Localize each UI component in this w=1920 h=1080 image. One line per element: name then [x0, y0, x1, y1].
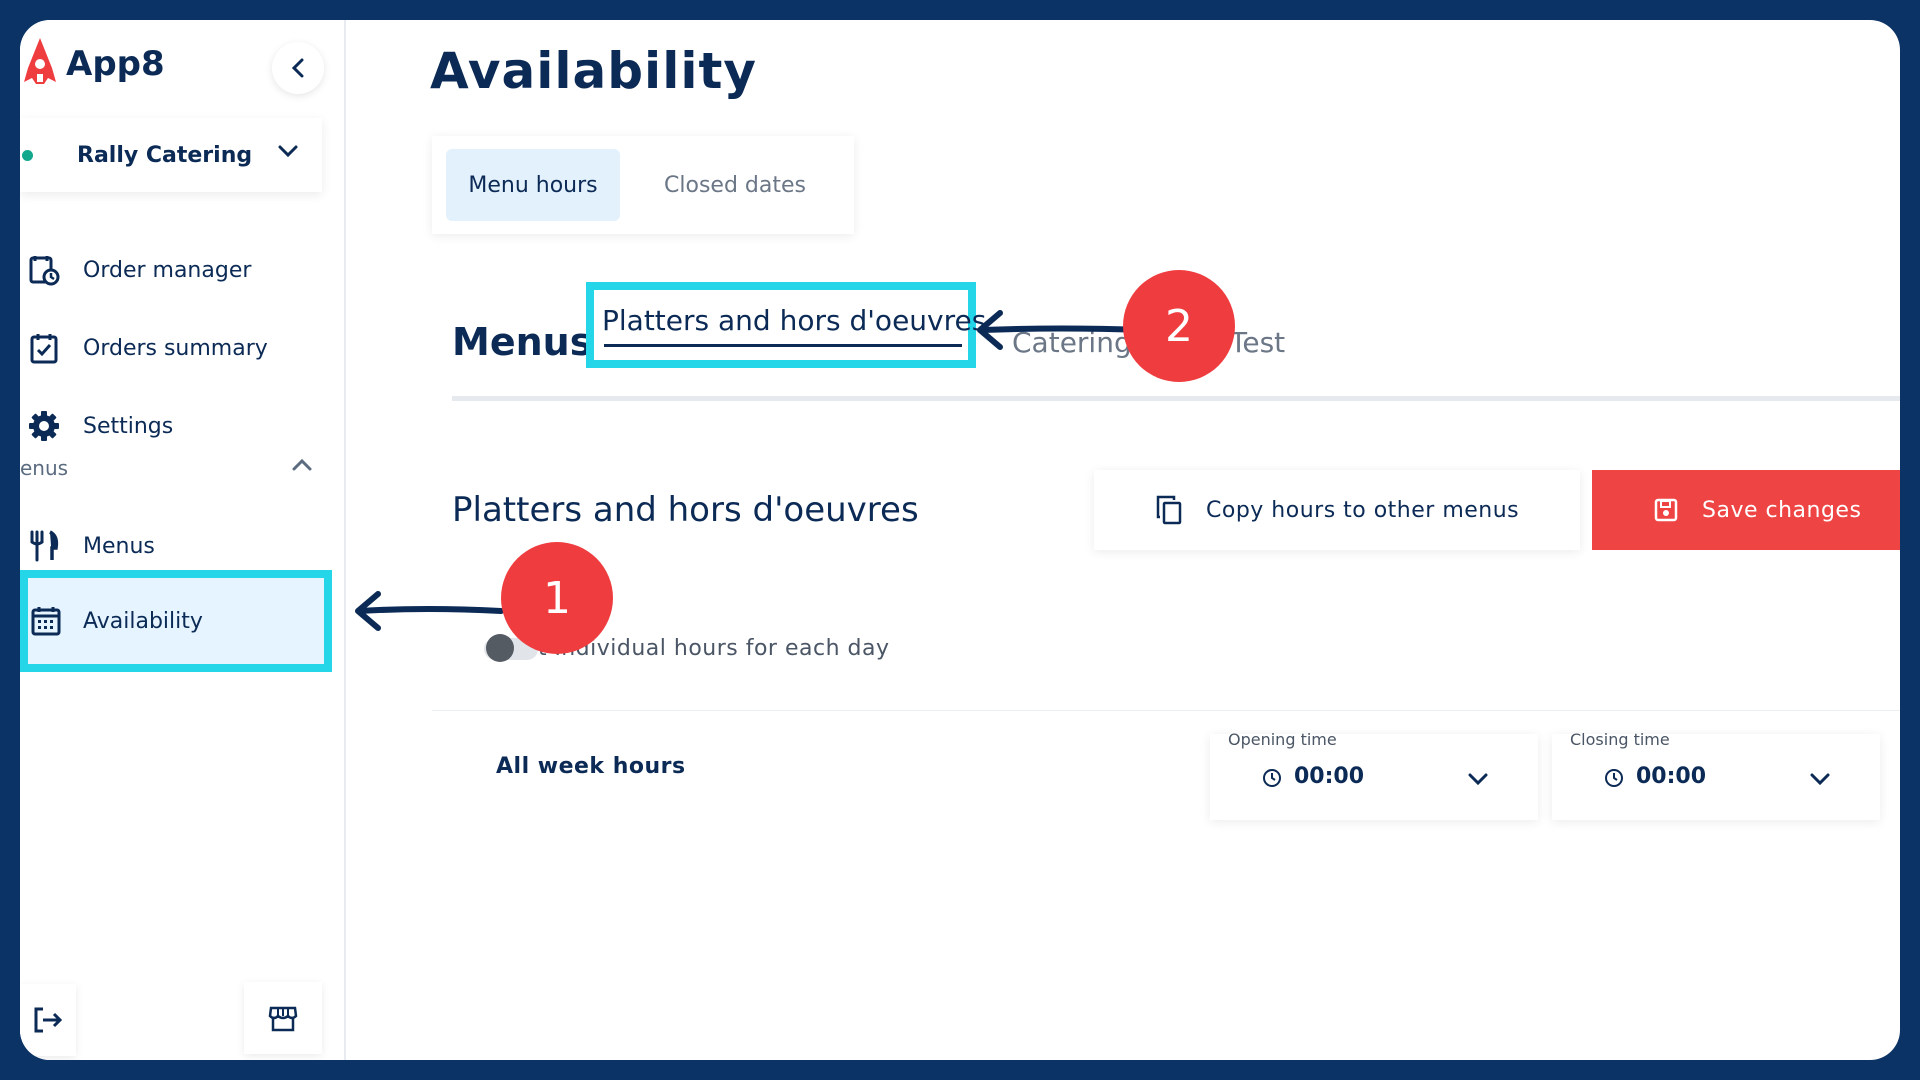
closing-time-caption: Closing time [1570, 730, 1670, 749]
copy-hours-button[interactable]: Copy hours to other menus [1094, 470, 1580, 550]
gear-icon [29, 411, 59, 441]
calendar-icon [31, 607, 61, 636]
sidebar: App8 Rally Catering Order manager Orders… [20, 20, 346, 1060]
fork-knife-icon [30, 530, 59, 562]
logout-icon [34, 1007, 63, 1033]
store-selector[interactable]: Rally Catering [20, 118, 322, 192]
sidebar-item-label: Settings [83, 413, 174, 439]
chevron-down-icon [1810, 773, 1830, 786]
annotation-badge-1: 1 [501, 542, 613, 654]
selected-menu-title: Platters and hors d'oeuvres [452, 490, 919, 530]
app-window: App8 Rally Catering Order manager Orders… [20, 20, 1900, 1060]
sidebar-item-availability[interactable]: Availability [20, 570, 332, 672]
tab-menu-hours[interactable]: Menu hours [446, 149, 620, 221]
annotation-badge-2: 2 [1123, 270, 1235, 382]
annotation-arrow-1 [355, 591, 504, 631]
logout-button[interactable] [20, 984, 76, 1056]
tab-closed-dates[interactable]: Closed dates [642, 149, 828, 221]
sidebar-item-settings[interactable]: Settings [20, 394, 322, 458]
rocket-logo-icon [24, 38, 56, 84]
menus-label: Menus: [452, 320, 608, 364]
app-logo[interactable]: App8 [20, 34, 165, 94]
store-name: Rally Catering [77, 142, 253, 168]
toggle-knob[interactable] [486, 634, 514, 662]
chevron-down-icon [278, 145, 298, 158]
save-icon [1654, 498, 1678, 522]
main-content: Availability Menu hours Closed dates Men… [364, 20, 1900, 1060]
menu-tab-label: Platters and hors d'oeuvres [602, 304, 987, 337]
storefront-icon [268, 1006, 298, 1032]
sidebar-item-menus[interactable]: Menus [20, 514, 322, 578]
chevron-down-icon [1468, 773, 1488, 786]
closing-time-value: 00:00 [1636, 764, 1707, 789]
save-changes-label: Save changes [1702, 497, 1862, 523]
menu-tab-test[interactable]: Test [1230, 326, 1285, 359]
sidebar-item-label: Order manager [83, 257, 252, 283]
page-title: Availability [430, 42, 757, 100]
menu-tab-platters[interactable]: Platters and hors d'oeuvres [586, 282, 986, 368]
sidebar-section-label: enus [20, 456, 69, 480]
clock-icon [1605, 769, 1623, 787]
copy-hours-label: Copy hours to other menus [1206, 497, 1520, 523]
storefront-button[interactable] [244, 982, 322, 1054]
clock-icon [1263, 769, 1281, 787]
sidebar-item-label: Menus [83, 533, 155, 559]
copy-icon [1156, 495, 1182, 525]
active-tab-underline [604, 344, 962, 347]
opening-time-select[interactable]: Opening time 00:00 [1210, 730, 1538, 820]
opening-time-caption: Opening time [1228, 730, 1337, 749]
sidebar-item-order-manager[interactable]: Order manager [20, 238, 322, 302]
sidebar-item-label: Orders summary [83, 335, 268, 361]
all-week-hours-label: All week hours [496, 754, 686, 779]
store-status-dot [22, 149, 33, 161]
sidebar-item-orders-summary[interactable]: Orders summary [20, 316, 322, 380]
order-manager-icon [29, 256, 60, 286]
chevron-up-icon[interactable] [292, 458, 312, 472]
sidebar-item-label: Availability [83, 608, 203, 634]
clipboard-check-icon [30, 334, 58, 364]
save-changes-button[interactable]: Save changes [1592, 470, 1900, 550]
opening-time-value: 00:00 [1294, 764, 1365, 789]
chevron-left-icon [291, 58, 304, 78]
row-divider [432, 710, 1900, 711]
collapse-sidebar-button[interactable] [272, 42, 324, 94]
hours-tabs: Menu hours Closed dates [432, 136, 854, 234]
menus-divider [452, 396, 1900, 401]
app-name: App8 [66, 44, 165, 84]
closing-time-select[interactable]: Closing time 00:00 [1552, 730, 1880, 820]
